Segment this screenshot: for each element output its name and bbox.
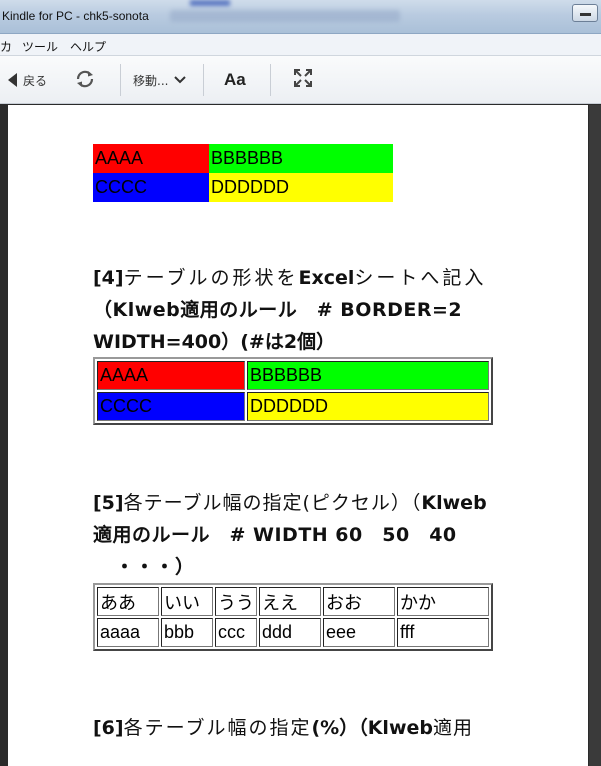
page-scrollbar[interactable] bbox=[589, 105, 601, 766]
section-number: [6] bbox=[93, 717, 124, 739]
book-page: AAAA BBBBBB CCCC DDDDDD [4]テーブルの形状をExcel… bbox=[8, 105, 588, 766]
table-cell: AAAA bbox=[97, 361, 245, 390]
heading-line: 適用のルール # WIDTH 60 50 40 bbox=[93, 524, 457, 546]
width-table: ああ いい うう ええ おお かか aaaa bbb ccc ddd eee f… bbox=[93, 583, 493, 651]
table-cell: いい bbox=[161, 587, 213, 616]
back-label: 戻る bbox=[23, 73, 48, 88]
table-cell: ccc bbox=[215, 618, 257, 647]
sync-button[interactable] bbox=[74, 69, 96, 89]
table-row: ああ いい うう ええ おお かか bbox=[97, 587, 489, 616]
toolbar-separator bbox=[203, 64, 204, 96]
heading-line: [5]各テーブル幅の指定(ピクセル）（Klweb bbox=[93, 487, 513, 519]
toolbar-separator bbox=[270, 64, 271, 96]
font-settings-label: Aa bbox=[224, 70, 246, 89]
back-triangle-icon bbox=[8, 73, 17, 87]
table-cell: aaaa bbox=[97, 618, 159, 647]
bordered-color-table: AAAA BBBBBB CCCC DDDDDD bbox=[93, 357, 493, 425]
heading-line: （Klweb適用のルール # BORDER=2 bbox=[93, 299, 463, 321]
menu-item-view[interactable]: カ bbox=[0, 38, 12, 55]
fullscreen-button[interactable] bbox=[292, 68, 314, 88]
table-row: CCCC DDDDDD bbox=[97, 392, 489, 421]
section-number: [4] bbox=[93, 267, 124, 289]
menu-item-help[interactable]: ヘルプ bbox=[70, 38, 106, 55]
chevron-down-icon bbox=[174, 76, 187, 84]
heading-text: シートへ記入 bbox=[354, 267, 487, 289]
table-cell: ええ bbox=[259, 587, 321, 616]
heading-bold: Klweb bbox=[367, 717, 433, 739]
back-button[interactable]: 戻る bbox=[8, 70, 47, 90]
window-titlebar: Kindle for PC - chk5-sonota bbox=[0, 0, 601, 34]
table-cell: DDDDDD bbox=[247, 392, 489, 421]
fullscreen-icon bbox=[294, 69, 312, 87]
table-cell: bbb bbox=[161, 618, 213, 647]
color-table-1: AAAA BBBBBB CCCC DDDDDD bbox=[93, 144, 393, 202]
menu-bar: カ ツール ヘルプ bbox=[0, 34, 601, 56]
table-cell: eee bbox=[323, 618, 395, 647]
heading-text: 各テーブル幅の指定 bbox=[123, 492, 303, 514]
blurred-taskbar-strip bbox=[190, 0, 230, 6]
table-cell: BBBBBB bbox=[209, 144, 393, 173]
table-cell: かか bbox=[397, 587, 489, 616]
table-row: aaaa bbb ccc ddd eee fff bbox=[97, 618, 489, 647]
heading-text: 適用 bbox=[432, 717, 473, 739]
window-title: Kindle for PC - chk5-sonota bbox=[2, 9, 149, 23]
heading-bold: Excel bbox=[298, 267, 355, 289]
table-cell: おお bbox=[323, 587, 395, 616]
table-cell: ddd bbox=[259, 618, 321, 647]
table-cell: ああ bbox=[97, 587, 159, 616]
table-cell: CCCC bbox=[93, 173, 209, 202]
heading-text: 各テーブル幅の指定 bbox=[123, 717, 312, 739]
table-cell: DDDDDD bbox=[209, 173, 393, 202]
toolbar-separator bbox=[120, 64, 121, 96]
table-row: AAAA BBBBBB bbox=[93, 144, 393, 173]
section-6-heading: [6]各テーブル幅の指定(%）（Klweb適用 bbox=[93, 712, 513, 744]
blurred-background-text bbox=[170, 10, 400, 22]
font-settings-button[interactable]: Aa bbox=[224, 70, 246, 90]
section-5-heading: [5]各テーブル幅の指定(ピクセル）（Klweb 適用のルール # WIDTH … bbox=[93, 487, 513, 583]
toolbar: 戻る 移動... Aa bbox=[0, 56, 601, 104]
table-cell: CCCC bbox=[97, 392, 245, 421]
heading-text: テーブルの形状を bbox=[123, 267, 299, 289]
section-number: [5] bbox=[93, 492, 124, 514]
table-cell: BBBBBB bbox=[247, 361, 489, 390]
heading-line: [4]テーブルの形状をExcelシートへ記入 bbox=[93, 262, 513, 294]
table-cell: fff bbox=[397, 618, 489, 647]
heading-line: [6]各テーブル幅の指定(%）（Klweb適用 bbox=[93, 712, 513, 744]
table-row: AAAA BBBBBB bbox=[97, 361, 489, 390]
goto-button[interactable]: 移動... bbox=[133, 70, 187, 90]
table-row: CCCC DDDDDD bbox=[93, 173, 393, 202]
menu-item-tools[interactable]: ツール bbox=[22, 38, 58, 55]
sync-icon bbox=[76, 70, 94, 88]
goto-label: 移動... bbox=[133, 73, 169, 88]
heading-text: (ピクセル）（ bbox=[302, 492, 422, 514]
heading-text: (%）（ bbox=[311, 717, 368, 739]
minimize-icon bbox=[580, 13, 591, 16]
table-cell: うう bbox=[215, 587, 257, 616]
heading-line: WIDTH=400）(#は2個） bbox=[93, 331, 336, 353]
section-4-heading: [4]テーブルの形状をExcelシートへ記入 （Klweb適用のルール # BO… bbox=[93, 262, 513, 358]
minimize-button[interactable] bbox=[572, 4, 598, 22]
heading-line: ・・・） bbox=[115, 556, 196, 578]
table-cell: AAAA bbox=[93, 144, 209, 173]
heading-bold: Klweb bbox=[421, 492, 487, 514]
